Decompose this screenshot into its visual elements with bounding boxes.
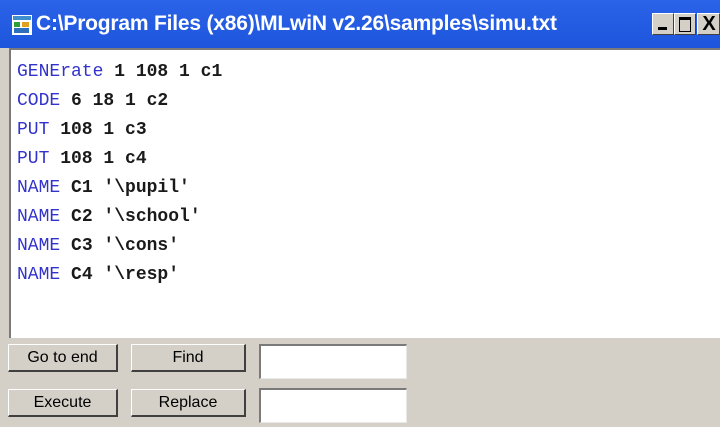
script-line: GENErate 1 108 1 c1 xyxy=(17,58,222,87)
script-line: NAME C4 '\resp' xyxy=(17,261,222,290)
command-arguments: 108 1 c4 xyxy=(49,149,147,169)
command-arguments: C3 '\cons' xyxy=(60,236,180,256)
find-input[interactable] xyxy=(259,344,407,379)
command-keyword: NAME xyxy=(17,265,61,285)
command-arguments: C4 '\resp' xyxy=(60,265,180,285)
script-line: NAME C2 '\school' xyxy=(17,203,222,232)
command-keyword: PUT xyxy=(17,149,50,169)
window-title: C:\Program Files (x86)\MLwiN v2.26\sampl… xyxy=(36,12,557,35)
mlwin-app-icon xyxy=(12,15,32,35)
close-icon: X xyxy=(702,13,716,35)
title-bar[interactable]: C:\Program Files (x86)\MLwiN v2.26\sampl… xyxy=(0,0,720,48)
script-text-area[interactable]: GENErate 1 108 1 c1 CODE 6 18 1 c2 PUT 1… xyxy=(9,48,720,338)
script-line: PUT 108 1 c4 xyxy=(17,145,222,174)
find-button[interactable]: Find xyxy=(131,344,246,372)
script-line: PUT 108 1 c3 xyxy=(17,116,222,145)
command-keyword: CODE xyxy=(17,91,61,111)
command-keyword: PUT xyxy=(17,120,50,140)
command-keyword: NAME xyxy=(17,178,61,198)
close-button[interactable]: X xyxy=(697,13,720,35)
command-arguments: 1 108 1 c1 xyxy=(103,62,223,82)
command-arguments: 6 18 1 c2 xyxy=(60,91,169,111)
replace-button[interactable]: Replace xyxy=(131,389,246,417)
command-arguments: C2 '\school' xyxy=(60,207,201,227)
script-line: NAME C1 '\pupil' xyxy=(17,174,222,203)
script-editor-window: C:\Program Files (x86)\MLwiN v2.26\sampl… xyxy=(0,0,720,427)
minimize-button[interactable] xyxy=(652,13,674,35)
command-keyword: NAME xyxy=(17,236,61,256)
command-keyword: GENErate xyxy=(17,62,104,82)
go-to-end-button[interactable]: Go to end xyxy=(8,344,118,372)
script-line: CODE 6 18 1 c2 xyxy=(17,87,222,116)
maximize-button[interactable] xyxy=(674,13,696,35)
command-arguments: 108 1 c3 xyxy=(49,120,147,140)
command-keyword: NAME xyxy=(17,207,61,227)
replace-input[interactable] xyxy=(259,388,407,423)
command-arguments: C1 '\pupil' xyxy=(60,178,190,198)
execute-button[interactable]: Execute xyxy=(8,389,118,417)
maximize-icon xyxy=(679,17,691,32)
script-lines: GENErate 1 108 1 c1 CODE 6 18 1 c2 PUT 1… xyxy=(17,58,222,290)
script-line: NAME C3 '\cons' xyxy=(17,232,222,261)
minimize-icon xyxy=(658,27,667,30)
